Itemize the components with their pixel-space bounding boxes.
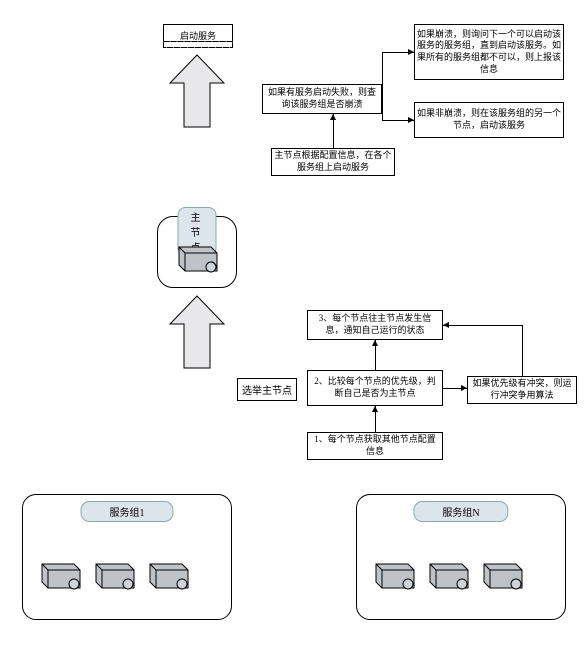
gn-server-icon <box>426 554 472 592</box>
step3-box: 3、每个节点往主节点发生信息，通知自己运行的状态 <box>307 310 443 340</box>
service-group-1-title: 服务组1 <box>81 501 174 522</box>
master-server-icon <box>175 237 221 275</box>
service-group-n-title: 服务组N <box>413 501 508 522</box>
g1-server-icon <box>92 554 138 592</box>
start-service-label: 启动服务 <box>164 29 232 42</box>
arrow-to-master <box>164 294 230 372</box>
g1-server-icon <box>146 554 192 592</box>
gn-server-icon <box>372 554 418 592</box>
gn-server-icon <box>480 554 526 592</box>
master-config-box: 主节点根据配置信息，在各个服务组上启动服务 <box>271 148 395 176</box>
conflict-box: 如果优先级有冲突，则运行冲突争用算法 <box>467 376 577 404</box>
crash-no-box: 如果非崩溃，则在该服务组的另一个节点，启动该服务 <box>414 102 564 138</box>
start-service-banner: 启动服务 <box>163 24 233 48</box>
step1-box: 1、每个节点获取其他节点配置信息 <box>307 432 443 460</box>
crash-yes-box: 如果崩溃，则询问下一个可以启动该服务的服务组，直到启动该服务。如果所有的服务组都… <box>414 24 564 80</box>
check-crash-box: 如果有服务启动失败，则查询该服务组是否崩溃 <box>262 84 382 114</box>
g1-server-icon <box>38 554 84 592</box>
elect-master-label: 选举主节点 <box>237 378 297 401</box>
master-node-panel: 主节点 <box>157 216 237 288</box>
step2-box: 2、比较每个节点的优先级，判断自己是否为主节点 <box>307 370 443 406</box>
arrow-to-start-service <box>164 53 230 131</box>
